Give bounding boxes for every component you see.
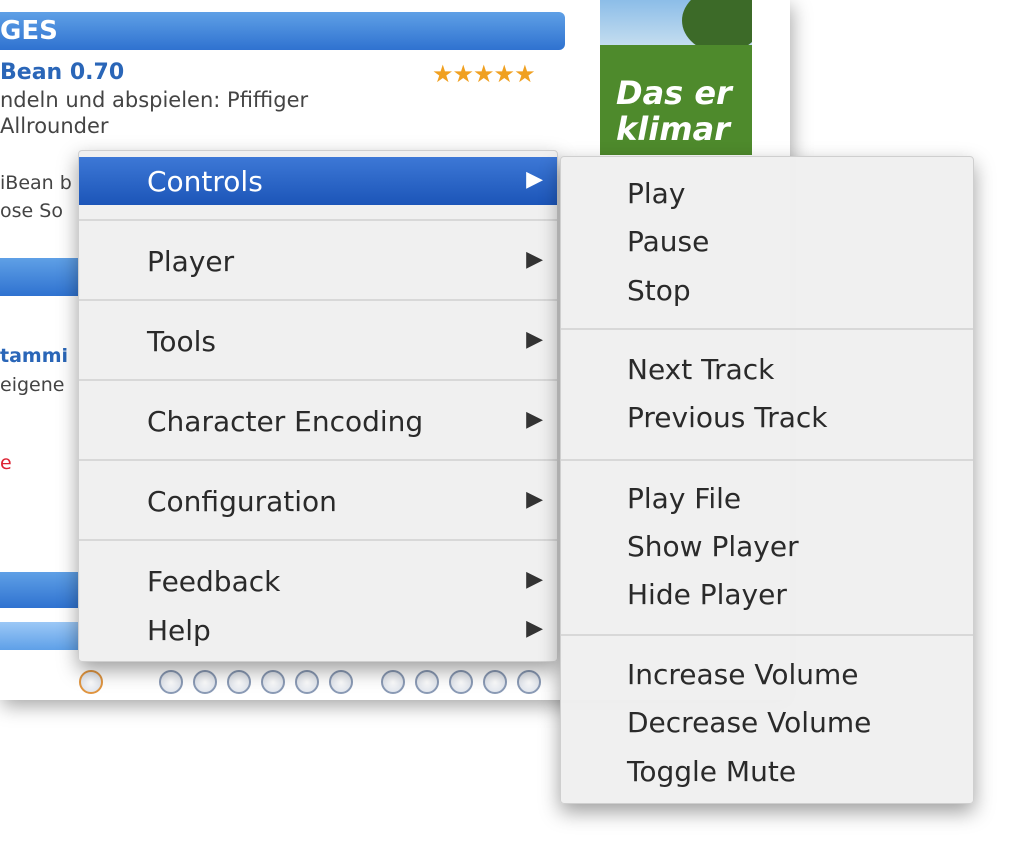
submenu-arrow-icon: ▶: [526, 487, 543, 512]
menu-item-label: Help: [147, 614, 211, 647]
submenu-item-stop[interactable]: Stop: [627, 274, 691, 307]
menu-separator: [79, 219, 557, 221]
section-header-bar: GES: [0, 12, 565, 50]
player-control-button[interactable]: [193, 670, 217, 694]
menu-item-label: Controls: [147, 165, 263, 198]
player-control-button[interactable]: [261, 670, 285, 694]
menu-item-tools[interactable]: Tools ▶: [79, 317, 557, 365]
submenu-item-increase-volume[interactable]: Increase Volume: [627, 658, 859, 691]
player-control-button[interactable]: [79, 670, 103, 694]
submenu-item-show-player[interactable]: Show Player: [627, 530, 799, 563]
submenu-arrow-icon: ▶: [526, 407, 543, 432]
menu-item-controls[interactable]: Controls ▶: [79, 157, 557, 205]
submenu-item-decrease-volume[interactable]: Decrease Volume: [627, 706, 871, 739]
ad-headline: klimar: [616, 110, 730, 148]
submenu-item-toggle-mute[interactable]: Toggle Mute: [627, 755, 796, 788]
menu-item-configuration[interactable]: Configuration ▶: [79, 477, 557, 525]
section-header-bar: [0, 572, 80, 608]
menu-separator: [561, 459, 973, 461]
background-text: eigene: [0, 374, 65, 396]
section-header-bar: [0, 258, 80, 296]
item-description: ndeln und abspielen: Pfiffiger: [0, 88, 309, 112]
section-header-bar: [0, 622, 80, 650]
menu-item-feedback[interactable]: Feedback ▶: [79, 557, 557, 605]
player-control-button[interactable]: [449, 670, 473, 694]
submenu-arrow-icon: ▶: [526, 616, 543, 641]
submenu-item-play[interactable]: Play: [627, 177, 685, 210]
submenu-arrow-icon: ▶: [526, 247, 543, 272]
menu-item-label: Character Encoding: [147, 405, 424, 438]
player-control-button[interactable]: [329, 670, 353, 694]
menu-item-label: Player: [147, 245, 235, 278]
submenu-arrow-icon: ▶: [526, 567, 543, 592]
submenu-item-hide-player[interactable]: Hide Player: [627, 578, 787, 611]
player-control-button[interactable]: [159, 670, 183, 694]
background-text: iBean b: [0, 172, 72, 194]
submenu-arrow-icon: ▶: [526, 167, 543, 192]
submenu-item-play-file[interactable]: Play File: [627, 482, 741, 515]
menu-item-help[interactable]: Help ▶: [79, 606, 557, 654]
menu-separator: [561, 634, 973, 636]
submenu-item-previous-track[interactable]: Previous Track: [627, 401, 828, 434]
rating-stars: ★★★★★: [432, 60, 536, 88]
ad-headline: Das er: [616, 74, 732, 112]
player-control-button[interactable]: [227, 670, 251, 694]
menu-item-player[interactable]: Player ▶: [79, 237, 557, 285]
menu-separator: [79, 379, 557, 381]
player-control-button[interactable]: [483, 670, 507, 694]
menu-separator: [79, 539, 557, 541]
player-control-button[interactable]: [415, 670, 439, 694]
background-text: ose So: [0, 200, 63, 222]
menu-item-label: Tools: [147, 325, 216, 358]
item-description-continued: Allrounder: [0, 114, 109, 138]
menu-item-label: Feedback: [147, 565, 281, 598]
menu-separator: [79, 459, 557, 461]
submenu-item-next-track[interactable]: Next Track: [627, 353, 774, 386]
player-control-button[interactable]: [381, 670, 405, 694]
ad-banner[interactable]: Das er klimar: [600, 0, 752, 155]
controls-submenu: Play Pause Stop Next Track Previous Trac…: [560, 156, 974, 804]
background-text: e: [0, 452, 12, 474]
menu-separator: [561, 328, 973, 330]
menu-item-character-encoding[interactable]: Character Encoding ▶: [79, 397, 557, 445]
player-control-button[interactable]: [295, 670, 319, 694]
player-controls-strip: [55, 664, 575, 700]
context-menu: Controls ▶ Player ▶ Tools ▶ Character En…: [78, 150, 558, 662]
submenu-item-pause[interactable]: Pause: [627, 225, 709, 258]
menu-separator: [79, 299, 557, 301]
submenu-arrow-icon: ▶: [526, 327, 543, 352]
menu-item-label: Configuration: [147, 485, 337, 518]
background-link[interactable]: tammi: [0, 345, 68, 367]
item-title-link[interactable]: Bean 0.70: [0, 60, 124, 85]
player-control-button[interactable]: [517, 670, 541, 694]
